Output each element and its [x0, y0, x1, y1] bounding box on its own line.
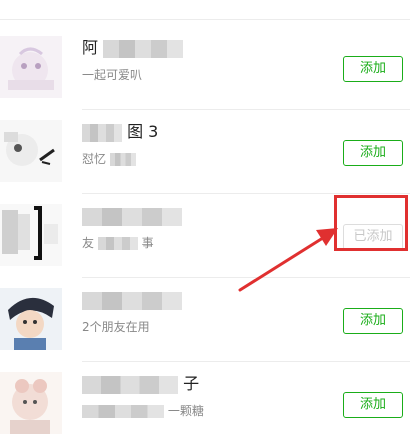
name-text: 子 [183, 374, 200, 393]
contact-subtitle: 2个朋友在用 [82, 318, 150, 336]
avatar-image [0, 36, 62, 98]
add-button[interactable]: 添加 [343, 392, 403, 418]
avatar[interactable] [0, 120, 62, 182]
contact-name [82, 288, 182, 312]
add-button[interactable]: 添加 [343, 56, 403, 82]
avatar[interactable] [0, 372, 62, 434]
name-mosaic [82, 375, 178, 394]
avatar-image [0, 204, 62, 266]
added-button: 已添加 [343, 224, 403, 250]
list-item[interactable]: 子 一颗糖 添加 [0, 362, 410, 437]
avatar-image [0, 288, 62, 350]
avatar-image [0, 372, 62, 434]
add-button[interactable]: 添加 [343, 140, 403, 166]
avatar-image [0, 120, 62, 182]
divider [0, 19, 410, 20]
contact-subtitle: 一起可爱叭 [82, 66, 142, 84]
list-item[interactable]: 阿 一起可爱叭 添加 [0, 26, 410, 110]
subtitle-tail-text: 一颗糖 [167, 404, 204, 418]
contact-name: 阿 [82, 36, 184, 60]
name-text: 阿 [82, 38, 99, 57]
subtitle-mosaic [109, 153, 136, 166]
name-mosaic [82, 207, 182, 226]
subtitle-mosaic [97, 237, 138, 250]
subtitle-text: 2个朋友在用 [82, 320, 150, 334]
list-item[interactable]: 2个朋友在用 添加 [0, 278, 410, 362]
subtitle-text: 一起可爱叭 [82, 68, 143, 82]
avatar[interactable] [0, 36, 62, 98]
subtitle-tail-text: 事 [141, 236, 154, 250]
name-mosaic [82, 291, 182, 310]
contact-name: 图 3 [82, 120, 158, 144]
contact-subtitle: 一颗糖 [82, 402, 204, 420]
name-mosaic [103, 39, 184, 58]
contact-subtitle: 友 事 [82, 234, 154, 252]
add-button[interactable]: 添加 [343, 308, 403, 334]
name-text: 图 3 [127, 122, 159, 141]
subtitle-text: 怼忆 [82, 152, 107, 166]
contact-name [82, 204, 182, 228]
subtitle-text: 友 [82, 236, 95, 250]
contact-list: 阿 一起可爱叭 添加 图 3 怼忆 添加 友 事 已添加 2个朋友在用 添加 子… [0, 0, 410, 437]
name-mosaic [82, 123, 122, 142]
avatar[interactable] [0, 288, 62, 350]
subtitle-mosaic [82, 405, 164, 418]
contact-subtitle: 怼忆 [82, 150, 136, 168]
list-item[interactable]: 友 事 已添加 [0, 194, 410, 278]
contact-name: 子 [82, 372, 199, 396]
avatar[interactable] [0, 204, 62, 266]
list-item[interactable]: 图 3 怼忆 添加 [0, 110, 410, 194]
